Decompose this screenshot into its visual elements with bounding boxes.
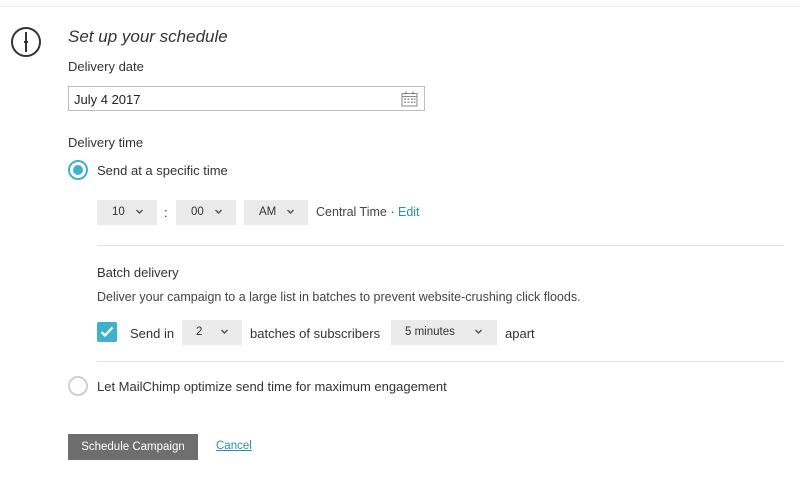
- batch-count-select[interactable]: 2: [182, 320, 242, 345]
- checkmark-icon: [100, 326, 114, 338]
- timezone: Central Time · Edit: [316, 205, 420, 219]
- hour-select[interactable]: 10: [97, 200, 157, 225]
- calendar-icon[interactable]: [401, 91, 418, 107]
- timezone-edit-link[interactable]: Edit: [398, 205, 420, 219]
- time-colon: :: [164, 205, 168, 220]
- chevron-down-icon: [220, 329, 229, 335]
- chevron-down-icon: [474, 329, 483, 335]
- batch-delivery-title: Batch delivery: [97, 265, 179, 280]
- schedule-campaign-button[interactable]: Schedule Campaign: [68, 434, 198, 460]
- optimize-radio[interactable]: [68, 376, 88, 396]
- meridiem-value: AM: [259, 206, 277, 218]
- interval-select[interactable]: 5 minutes: [391, 320, 497, 345]
- cancel-link[interactable]: Cancel: [216, 440, 252, 452]
- delivery-date-value: July 4 2017: [74, 92, 141, 107]
- interval-value: 5 minutes: [405, 326, 455, 338]
- send-in-label: Send in: [130, 326, 175, 341]
- specific-time-radio[interactable]: [68, 160, 88, 180]
- delivery-date-input[interactable]: July 4 2017: [68, 86, 425, 111]
- divider: [97, 361, 784, 362]
- chevron-down-icon: [286, 209, 295, 215]
- minute-value: 00: [191, 206, 204, 218]
- batches-label: batches of subscribers: [250, 326, 381, 341]
- delivery-date-label: Delivery date: [68, 59, 144, 74]
- batch-delivery-checkbox[interactable]: [97, 322, 117, 342]
- batch-delivery-description: Deliver your campaign to a large list in…: [97, 290, 581, 304]
- hour-value: 10: [112, 206, 125, 218]
- minute-select[interactable]: 00: [176, 200, 236, 225]
- chevron-down-icon: [214, 209, 223, 215]
- divider: [97, 245, 784, 246]
- top-divider: [0, 6, 800, 7]
- meridiem-select[interactable]: AM: [244, 200, 308, 225]
- schedule-title: Set up your schedule: [68, 27, 228, 46]
- specific-time-label: Send at a specific time: [97, 163, 228, 178]
- batch-count-value: 2: [196, 326, 203, 338]
- optimize-label: Let MailChimp optimize send time for max…: [97, 379, 447, 394]
- chevron-down-icon: [135, 209, 144, 215]
- clock-icon: [11, 27, 41, 57]
- timezone-text: Central Time ·: [316, 205, 395, 219]
- apart-label: apart: [505, 326, 535, 341]
- delivery-time-label: Delivery time: [68, 135, 144, 150]
